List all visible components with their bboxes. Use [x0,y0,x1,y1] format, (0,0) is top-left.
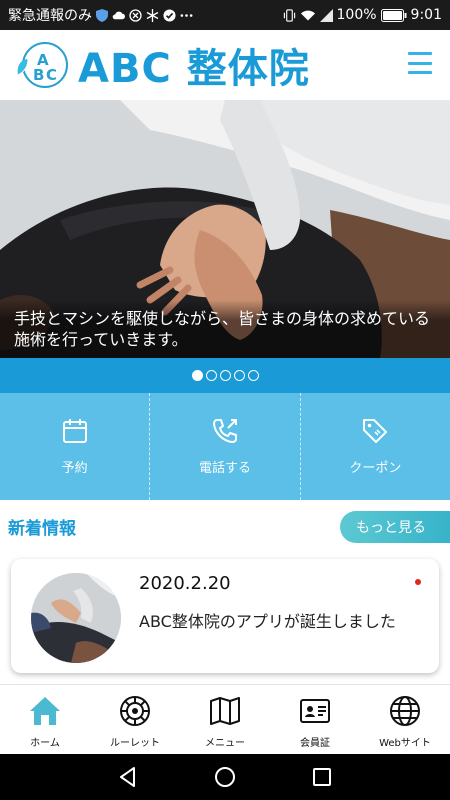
news-date: 2020.2.20 [139,573,231,594]
calendar-icon [62,419,87,443]
brand-name: ABC 整体院 [78,46,310,92]
tag-icon [363,419,388,443]
tab-member-card[interactable]: 会員証 [270,685,360,754]
wrench-icon [146,8,159,22]
reserve-button[interactable]: 予約 [0,393,151,500]
quick-actions: 予約 電話する クーポン [0,393,450,500]
tab-roulette[interactable]: ルーレット [90,685,180,754]
home-icon [30,697,60,725]
roulette-icon [120,696,150,726]
tab-menu-label: メニュー [205,738,245,749]
check-icon [163,8,176,22]
tab-home[interactable]: ホーム [0,685,90,754]
bottom-tab-bar: ホーム ルーレット メニュー 会員証 Webサイト [0,684,450,754]
home-button-icon[interactable] [214,766,236,788]
signal-icon [319,8,333,22]
battery-percent: 100% [336,7,377,23]
news-thumbnail [31,573,121,663]
clock: 9:01 [410,7,442,23]
app-header: A B C ABC 整体院 [0,30,450,100]
tab-website[interactable]: Webサイト [360,685,450,754]
slider-dot[interactable] [247,370,259,381]
carrier-text: 緊急通報のみ [8,8,92,24]
tab-website-label: Webサイト [379,738,431,749]
coupon-label: クーポン [349,461,402,476]
hero-slider[interactable]: 手技とマシンを駆使しながら、皆さまの身体の求めている施術を行っていきます。 [0,100,450,358]
phone-icon [212,419,237,443]
slider-dot[interactable] [233,370,245,381]
tab-member-card-label: 会員証 [300,738,330,749]
vibrate-icon [283,8,295,22]
slider-dot[interactable] [219,370,231,381]
status-bar: 緊急通報のみ 100% 9:01 [0,0,450,30]
hero-caption: 手技とマシンを駆使しながら、皆さまの身体の求めている施術を行っていきます。 [0,300,450,358]
hamburger-menu-icon[interactable] [408,52,432,74]
battery-icon [380,8,407,22]
system-nav-bar [0,754,450,800]
news-text: ABC整体院のアプリが誕生しました [139,612,396,631]
slider-dot[interactable] [205,370,217,381]
globe-icon [390,696,420,726]
tab-home-label: ホーム [30,738,60,749]
coupon-button[interactable]: クーポン [301,393,450,500]
tab-roulette-label: ルーレット [110,738,160,749]
slider-dots [0,358,450,393]
tab-menu[interactable]: メニュー [180,685,270,754]
more-button[interactable]: もっと見る [340,511,450,543]
recents-icon[interactable] [311,766,333,788]
slider-dot[interactable] [191,370,203,381]
call-label: 電話する [198,461,251,476]
news-section-title: 新着情報 [8,519,76,539]
shield-icon [96,8,108,22]
map-icon [210,697,240,725]
svg-text:B: B [33,66,44,84]
logo-icon: A B C [17,42,68,88]
more-icon [180,13,193,17]
news-card[interactable]: 2020.2.20 ABC整体院のアプリが誕生しました [11,559,439,673]
cloud-icon [112,11,125,19]
unread-indicator [415,579,421,585]
back-icon[interactable] [117,766,139,788]
member-card-icon [300,699,330,723]
reserve-label: 予約 [61,461,88,476]
wifi-icon [300,10,315,20]
call-button[interactable]: 電話する [150,393,301,500]
svg-text:C: C [46,66,57,84]
bluetooth-icon [129,8,142,22]
